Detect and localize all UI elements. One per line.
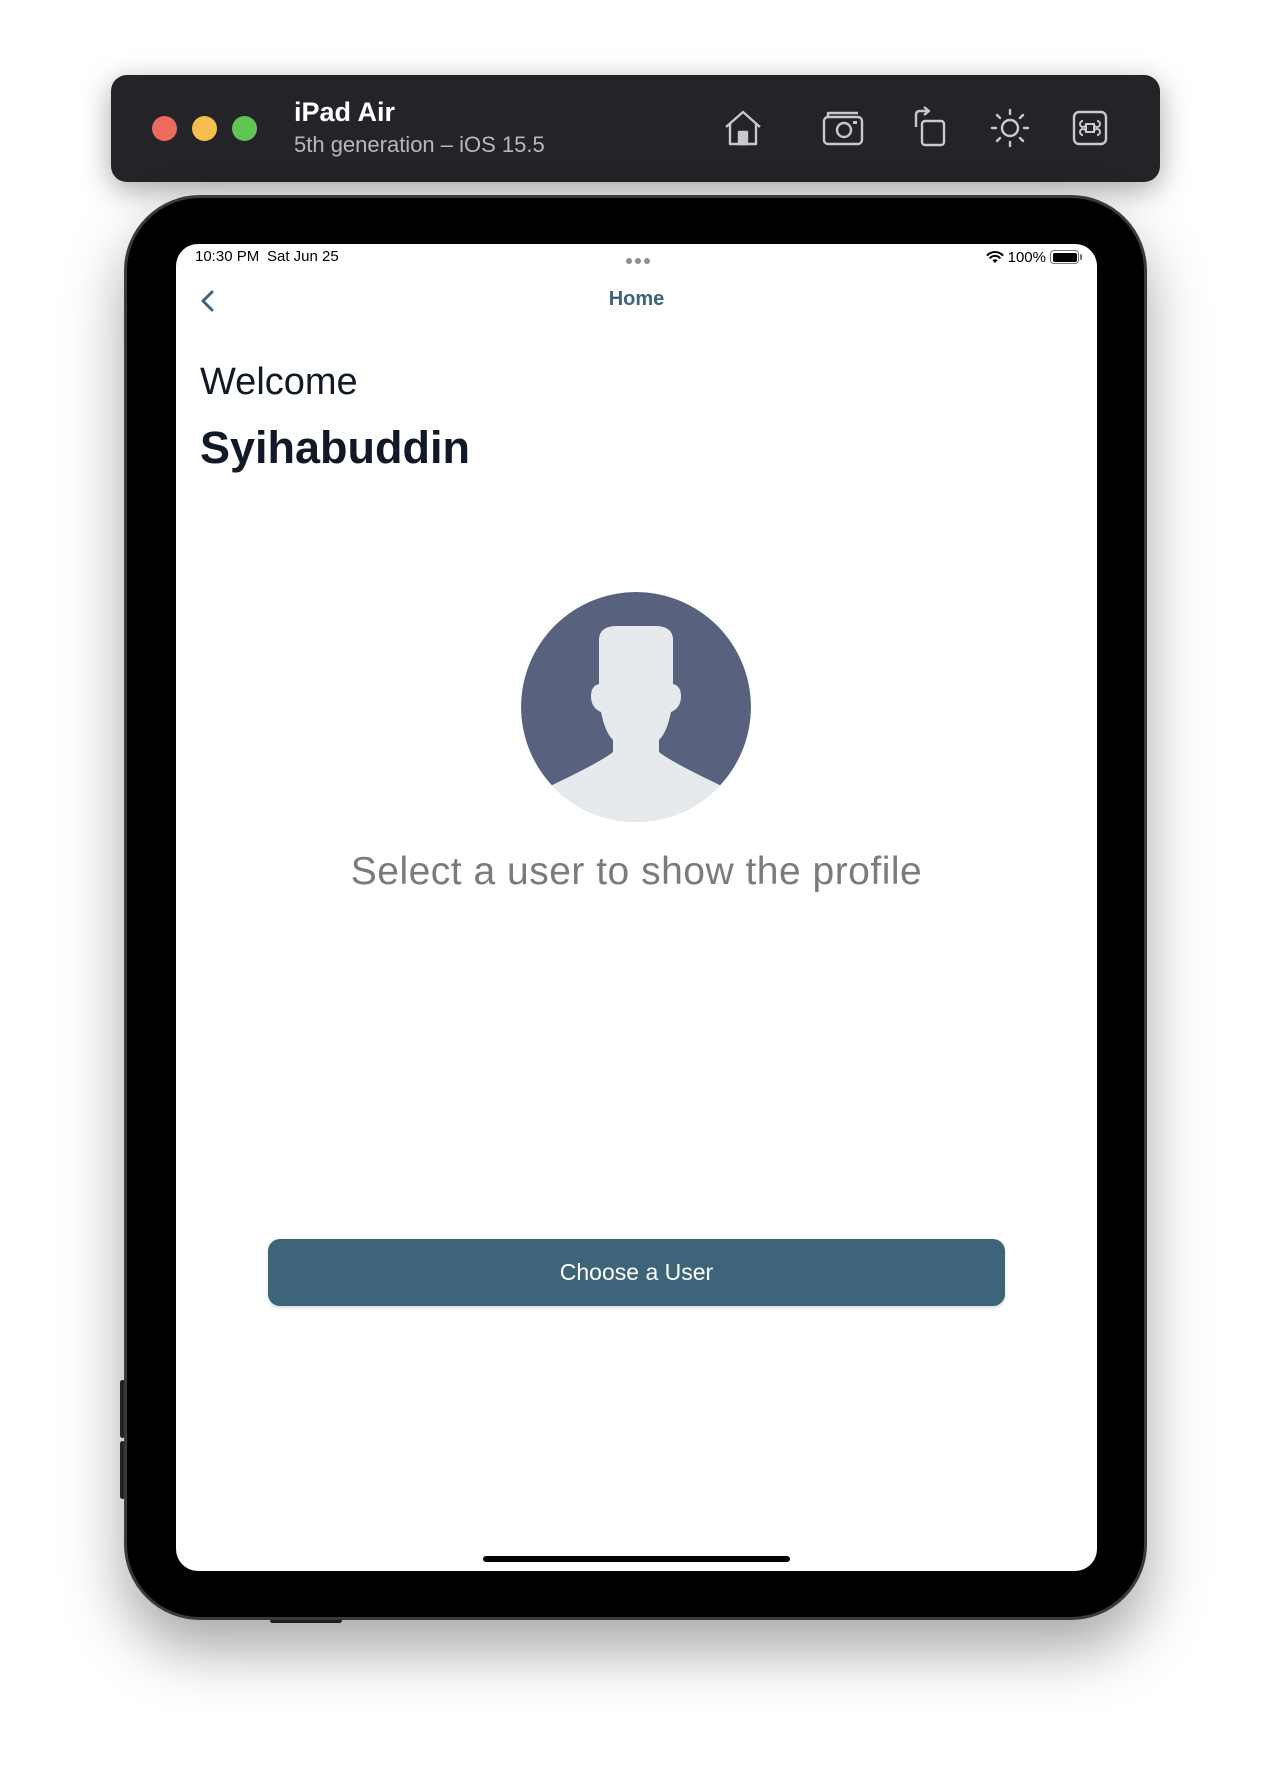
home-indicator[interactable] bbox=[483, 1556, 790, 1562]
battery-icon bbox=[1050, 250, 1082, 264]
status-date: Sat Jun 25 bbox=[267, 248, 339, 265]
username-heading: Syihabuddin bbox=[200, 422, 470, 473]
zoom-window-button[interactable] bbox=[232, 116, 257, 141]
empty-state-message: Select a user to show the profile bbox=[350, 850, 923, 893]
choose-user-button[interactable]: Choose a User bbox=[268, 1239, 1005, 1306]
user-avatar-icon bbox=[521, 592, 751, 822]
close-window-button[interactable] bbox=[152, 116, 177, 141]
device-name: iPad Air bbox=[294, 97, 396, 127]
minimize-window-button[interactable] bbox=[192, 116, 217, 141]
simulator-title-bar: iPad Air 5th generation – iOS 15.5 bbox=[111, 75, 1160, 182]
rotate-icon[interactable] bbox=[908, 105, 954, 151]
screenshot-icon[interactable] bbox=[820, 105, 866, 151]
command-icon[interactable] bbox=[1067, 105, 1113, 151]
status-time: 10:30 PM bbox=[195, 248, 260, 265]
welcome-label: Welcome bbox=[200, 361, 358, 403]
wifi-icon bbox=[986, 250, 1004, 264]
device-screen: 10:30 PM Sat Jun 25 100% Home Welcome Sy… bbox=[176, 244, 1097, 1571]
status-indicators: 100% bbox=[986, 248, 1082, 266]
home-icon[interactable] bbox=[720, 105, 766, 151]
multitasking-dots-icon[interactable] bbox=[625, 252, 651, 264]
battery-percentage: 100% bbox=[1007, 248, 1046, 266]
appearance-icon[interactable] bbox=[987, 105, 1033, 151]
device-detail: 5th generation – iOS 15.5 bbox=[294, 132, 545, 157]
nav-title: Home bbox=[608, 288, 665, 310]
